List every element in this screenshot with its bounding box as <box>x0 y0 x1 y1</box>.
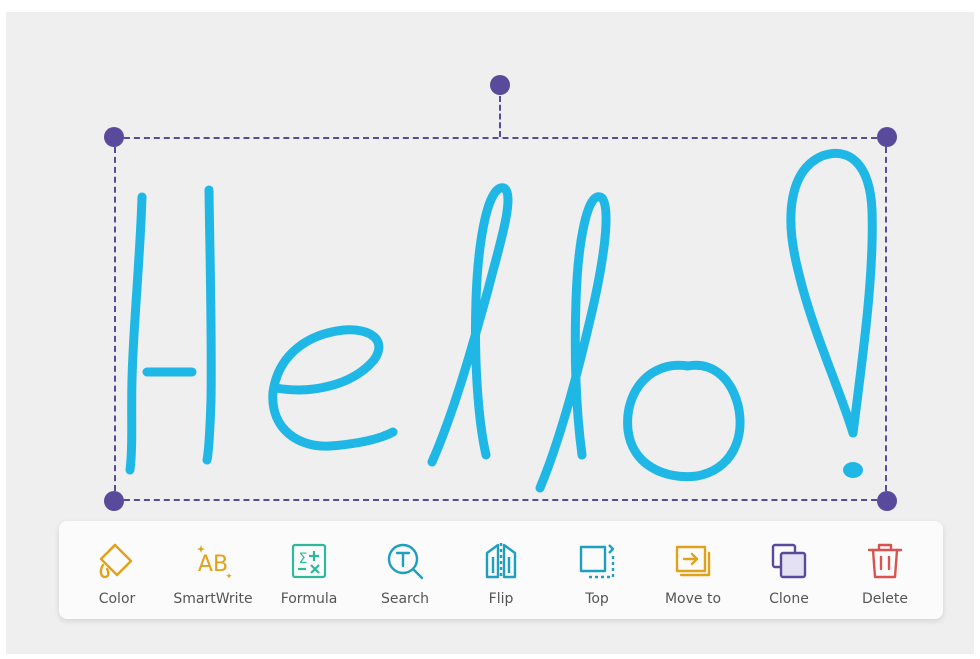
move-to-button[interactable]: Move to <box>645 527 741 613</box>
smartwrite-label: SmartWrite <box>173 591 253 607</box>
smartwrite-button[interactable]: AB SmartWrite <box>165 527 261 613</box>
selection-toolbar: Color AB SmartWrite Σ Formula Search Fli… <box>59 521 943 619</box>
search-text-icon <box>383 539 427 583</box>
flip-label: Flip <box>488 591 514 607</box>
top-button[interactable]: Top <box>549 527 645 613</box>
top-label: Top <box>585 591 609 607</box>
formula-label: Formula <box>280 591 338 607</box>
delete-label: Delete <box>862 591 908 607</box>
rotate-handle[interactable] <box>490 75 510 95</box>
clone-button[interactable]: Clone <box>741 527 837 613</box>
move-to-icon <box>671 539 715 583</box>
delete-button[interactable]: Delete <box>837 527 933 613</box>
paint-bucket-icon <box>95 539 139 583</box>
rotate-connector <box>499 96 501 137</box>
color-label: Color <box>98 591 136 607</box>
color-button[interactable]: Color <box>69 527 165 613</box>
resize-handle-bottom-left[interactable] <box>104 491 124 511</box>
svg-text:AB: AB <box>198 552 228 577</box>
selection-box[interactable] <box>114 137 887 501</box>
resize-handle-top-left[interactable] <box>104 127 124 147</box>
formula-button[interactable]: Σ Formula <box>261 527 357 613</box>
search-button[interactable]: Search <box>357 527 453 613</box>
formula-icon: Σ <box>287 539 331 583</box>
move-to-label: Move to <box>664 591 722 607</box>
resize-handle-bottom-right[interactable] <box>877 491 897 511</box>
flip-button[interactable]: Flip <box>453 527 549 613</box>
clone-icon <box>767 539 811 583</box>
trash-icon <box>863 539 907 583</box>
svg-text:Σ: Σ <box>299 551 308 567</box>
resize-handle-top-right[interactable] <box>877 127 897 147</box>
bring-to-top-icon <box>575 539 619 583</box>
search-label: Search <box>380 591 430 607</box>
flip-icon <box>479 539 523 583</box>
smart-write-icon: AB <box>191 539 235 583</box>
clone-label: Clone <box>769 591 809 607</box>
